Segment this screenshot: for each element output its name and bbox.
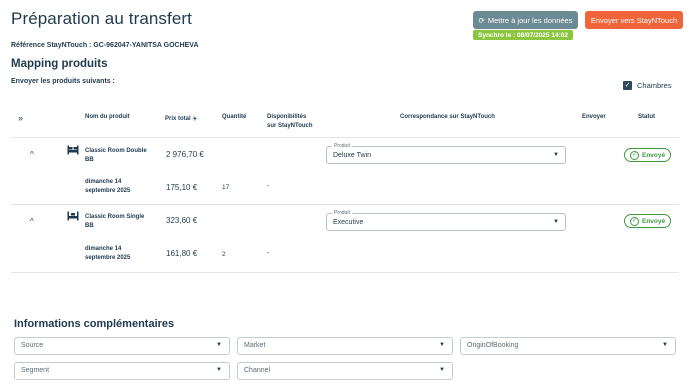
collapse-row-icon[interactable]: ^ bbox=[30, 150, 34, 159]
channel-select[interactable]: Channel ▼ bbox=[237, 362, 453, 380]
stay-date: dimanche 14 septembre 2025 bbox=[85, 245, 130, 263]
availability-value: - bbox=[267, 250, 270, 257]
stay-date-line2: septembre 2025 bbox=[85, 188, 131, 194]
sync-status-badge: Synchro le : 08/07/2025 14:02 bbox=[473, 30, 573, 40]
bed-icon bbox=[67, 145, 79, 155]
stayntouch-reference: Référence StayNTouch : GC-962047-YANITSA… bbox=[11, 42, 199, 49]
send-products-label: Envoyer les produits suivants : bbox=[11, 78, 115, 85]
check-circle-icon: ✓ bbox=[630, 216, 639, 226]
room-name-line1: Classic Room Single bbox=[85, 214, 145, 220]
caret-down-icon: ▼ bbox=[439, 367, 445, 373]
rooms-filter-label: Chambres bbox=[637, 81, 672, 90]
sort-sun-icon: ☀ bbox=[191, 116, 198, 123]
quantity-value: 17 bbox=[222, 184, 230, 191]
origin-of-booking-placeholder: OriginOfBooking bbox=[467, 342, 519, 349]
stay-date: dimanche 14 septembre 2025 bbox=[85, 178, 130, 196]
product-select[interactable]: Produit Deluxe Twin ▼ bbox=[326, 143, 566, 164]
caret-down-icon: ▼ bbox=[439, 342, 445, 348]
stay-date-line1: dimanche 14 bbox=[85, 179, 122, 185]
update-data-button[interactable]: ⟳ Mettre à jour les données bbox=[473, 11, 578, 29]
column-header-name[interactable]: Nom du produit bbox=[85, 113, 130, 122]
update-data-label: Mettre à jour les données bbox=[487, 15, 573, 25]
column-header-availability: Disponibilités sur StayNTouch bbox=[267, 113, 313, 131]
stay-date-line1: dimanche 14 bbox=[85, 246, 122, 252]
night-price: 175,10 € bbox=[166, 183, 198, 192]
send-to-stayntouch-button[interactable]: Envoyer vers StayNTouch bbox=[585, 11, 683, 29]
product-select[interactable]: Produit Executive ▼ bbox=[326, 210, 566, 231]
product-select-value: Deluxe Twin bbox=[333, 152, 372, 159]
product-select-label: Produit bbox=[332, 143, 352, 149]
caret-down-icon: ▼ bbox=[662, 342, 668, 348]
table-divider bbox=[11, 137, 679, 138]
column-header-price-label: Prix total bbox=[165, 116, 191, 122]
origin-of-booking-select[interactable]: OriginOfBooking ▼ bbox=[460, 337, 676, 355]
check-circle-icon: ✓ bbox=[630, 150, 639, 160]
rooms-filter-checkbox[interactable]: ✓ Chambres bbox=[623, 81, 672, 90]
table-divider bbox=[11, 272, 679, 273]
channel-placeholder: Channel bbox=[244, 367, 271, 374]
column-header-match: Correspondance sur StayNTouch bbox=[400, 114, 495, 120]
mapping-section-title: Mapping produits bbox=[11, 58, 108, 70]
market-placeholder: Market bbox=[244, 342, 266, 349]
status-label: Envoyé bbox=[642, 151, 666, 159]
room-name-line2: BB bbox=[85, 223, 94, 229]
column-header-send: Envoyer bbox=[582, 114, 606, 120]
room-name: Classic Room Double BB bbox=[85, 147, 147, 165]
bed-icon bbox=[67, 211, 79, 221]
table-divider bbox=[11, 204, 679, 205]
room-name-line2: BB bbox=[85, 157, 94, 163]
total-price: 2 976,70 € bbox=[166, 150, 204, 159]
collapse-row-icon[interactable]: ^ bbox=[30, 217, 34, 226]
caret-down-icon: ▼ bbox=[216, 342, 222, 348]
source-select[interactable]: Source ▼ bbox=[14, 337, 230, 355]
caret-down-icon: ▼ bbox=[553, 219, 559, 225]
source-placeholder: Source bbox=[21, 342, 44, 349]
segment-select[interactable]: Segment ▼ bbox=[14, 362, 230, 380]
room-name: Classic Room Single BB bbox=[85, 213, 144, 231]
page-title: Préparation au transfert bbox=[11, 9, 192, 28]
availability-line2: sur StayNTouch bbox=[267, 123, 313, 129]
room-name-line1: Classic Room Double bbox=[85, 148, 147, 154]
segment-placeholder: Segment bbox=[21, 367, 50, 374]
caret-down-icon: ▼ bbox=[553, 152, 559, 158]
status-badge: ✓ Envoyé bbox=[624, 148, 672, 162]
column-header-price[interactable]: Prix total ☀ bbox=[165, 115, 198, 124]
quantity-value: 2 bbox=[222, 251, 226, 258]
product-select-value: Executive bbox=[333, 219, 364, 226]
availability-line1: Disponibilités bbox=[267, 114, 307, 120]
checkbox-checked-icon: ✓ bbox=[623, 81, 632, 90]
stay-date-line2: septembre 2025 bbox=[85, 255, 131, 261]
caret-down-icon: ▼ bbox=[216, 367, 222, 373]
column-header-status: Statut bbox=[638, 114, 655, 120]
column-header-quantity: Quantité bbox=[222, 114, 247, 120]
refresh-icon: ⟳ bbox=[478, 15, 485, 25]
night-price: 161,80 € bbox=[166, 249, 198, 258]
additional-info-title: Informations complémentaires bbox=[14, 318, 175, 330]
product-select-label: Produit bbox=[332, 210, 352, 216]
market-select[interactable]: Market ▼ bbox=[237, 337, 453, 355]
expand-all-icon[interactable]: » bbox=[18, 113, 23, 123]
status-badge: ✓ Envoyé bbox=[624, 214, 672, 228]
total-price: 323,60 € bbox=[166, 216, 198, 225]
status-label: Envoyé bbox=[642, 217, 666, 225]
availability-value: - bbox=[267, 183, 270, 190]
